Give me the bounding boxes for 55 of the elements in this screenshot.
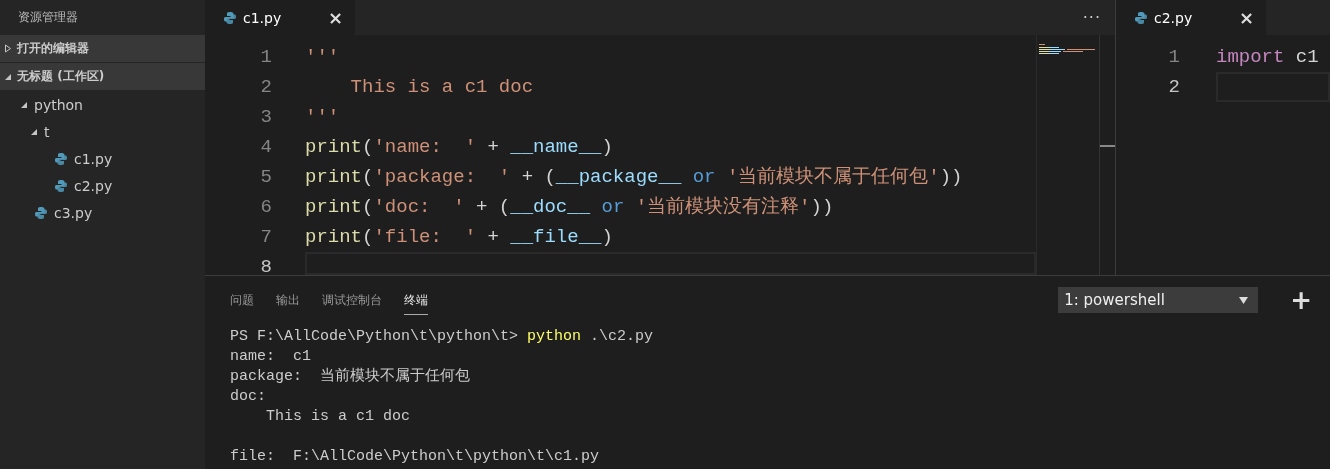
section-header[interactable]: 无标题 (工作区) [0,63,205,91]
tree-item[interactable]: c2.py [0,172,205,199]
minimap-drawing [1037,43,1097,57]
code-line: print('name: ' + __name__) [305,135,614,160]
terminal-line: package: 当前模块不属于任何包 [230,367,471,387]
sidebar-title: 资源管理器 [17,9,79,26]
line-number: 7 [259,225,273,250]
tree-item[interactable]: t [0,118,205,145]
line-number: 8 [259,255,273,275]
close-button[interactable]: × [327,7,343,28]
tree-item[interactable]: c3.py [0,199,205,226]
expanded-arrow-icon[interactable] [30,127,38,136]
editor-tab[interactable]: c2.py × [1116,0,1266,35]
code-line: print('file: ' + __file__) [305,225,614,250]
panel-tab[interactable]: 调试控制台 [322,285,382,315]
line-number: 2 [1167,75,1181,100]
python-file-icon [54,151,68,166]
line-number: 2 [259,75,273,100]
line-number: 6 [259,195,273,220]
tree-item[interactable]: python [0,91,205,118]
panel-tab[interactable]: 输出 [276,285,300,315]
python-file-icon [1134,10,1148,25]
tree-item[interactable]: c1.py [0,145,205,172]
new-terminal-button[interactable]: + [1290,285,1312,315]
code-line: print('package: ' + (__package__ or '当前模块不属于任何包')) [305,165,964,190]
scrollbar-marker [1100,145,1115,148]
python-file-icon [54,178,68,193]
line-number: 3 [259,105,273,130]
line-number: 1 [1167,45,1181,70]
terminal-select[interactable]: 1: powershell [1058,287,1259,313]
line-number: 4 [259,135,273,160]
code-line: import c1 [1216,45,1320,70]
code-line: ''' [305,45,341,70]
more-actions-button[interactable]: ··· [1082,8,1101,27]
code-line: This is a c1 doc [349,75,535,100]
line-number: 5 [259,165,273,190]
close-button[interactable]: × [1238,7,1254,28]
collapsed-arrow-icon[interactable] [4,44,12,53]
dropdown-caret-icon [1239,296,1249,304]
terminal-line: PS F:\AllCode\Python\t\python\t> python .\c2.py [230,327,655,347]
panel-tab[interactable]: 问题 [230,285,254,315]
terminal-line: doc: [230,387,267,407]
code-line: print('doc: ' + (__doc__ or '当前模块没有注释')) [305,195,835,220]
python-file-icon [223,10,237,25]
expanded-arrow-icon[interactable] [4,72,12,81]
line-number: 1 [259,45,273,70]
terminal-line: This is a c1 doc [265,407,412,427]
python-file-icon [34,205,48,220]
editor-tab[interactable]: c1.py × [205,0,355,35]
terminal-line: file: F:\AllCode\Python\t\python\t\c1.py [230,447,601,467]
code-line: ''' [305,105,341,130]
terminal-line: name: c1 [230,347,312,367]
section-header[interactable]: 打开的编辑器 [0,35,205,63]
expanded-arrow-icon[interactable] [20,100,28,109]
panel-tab[interactable]: 终端 [404,285,428,315]
